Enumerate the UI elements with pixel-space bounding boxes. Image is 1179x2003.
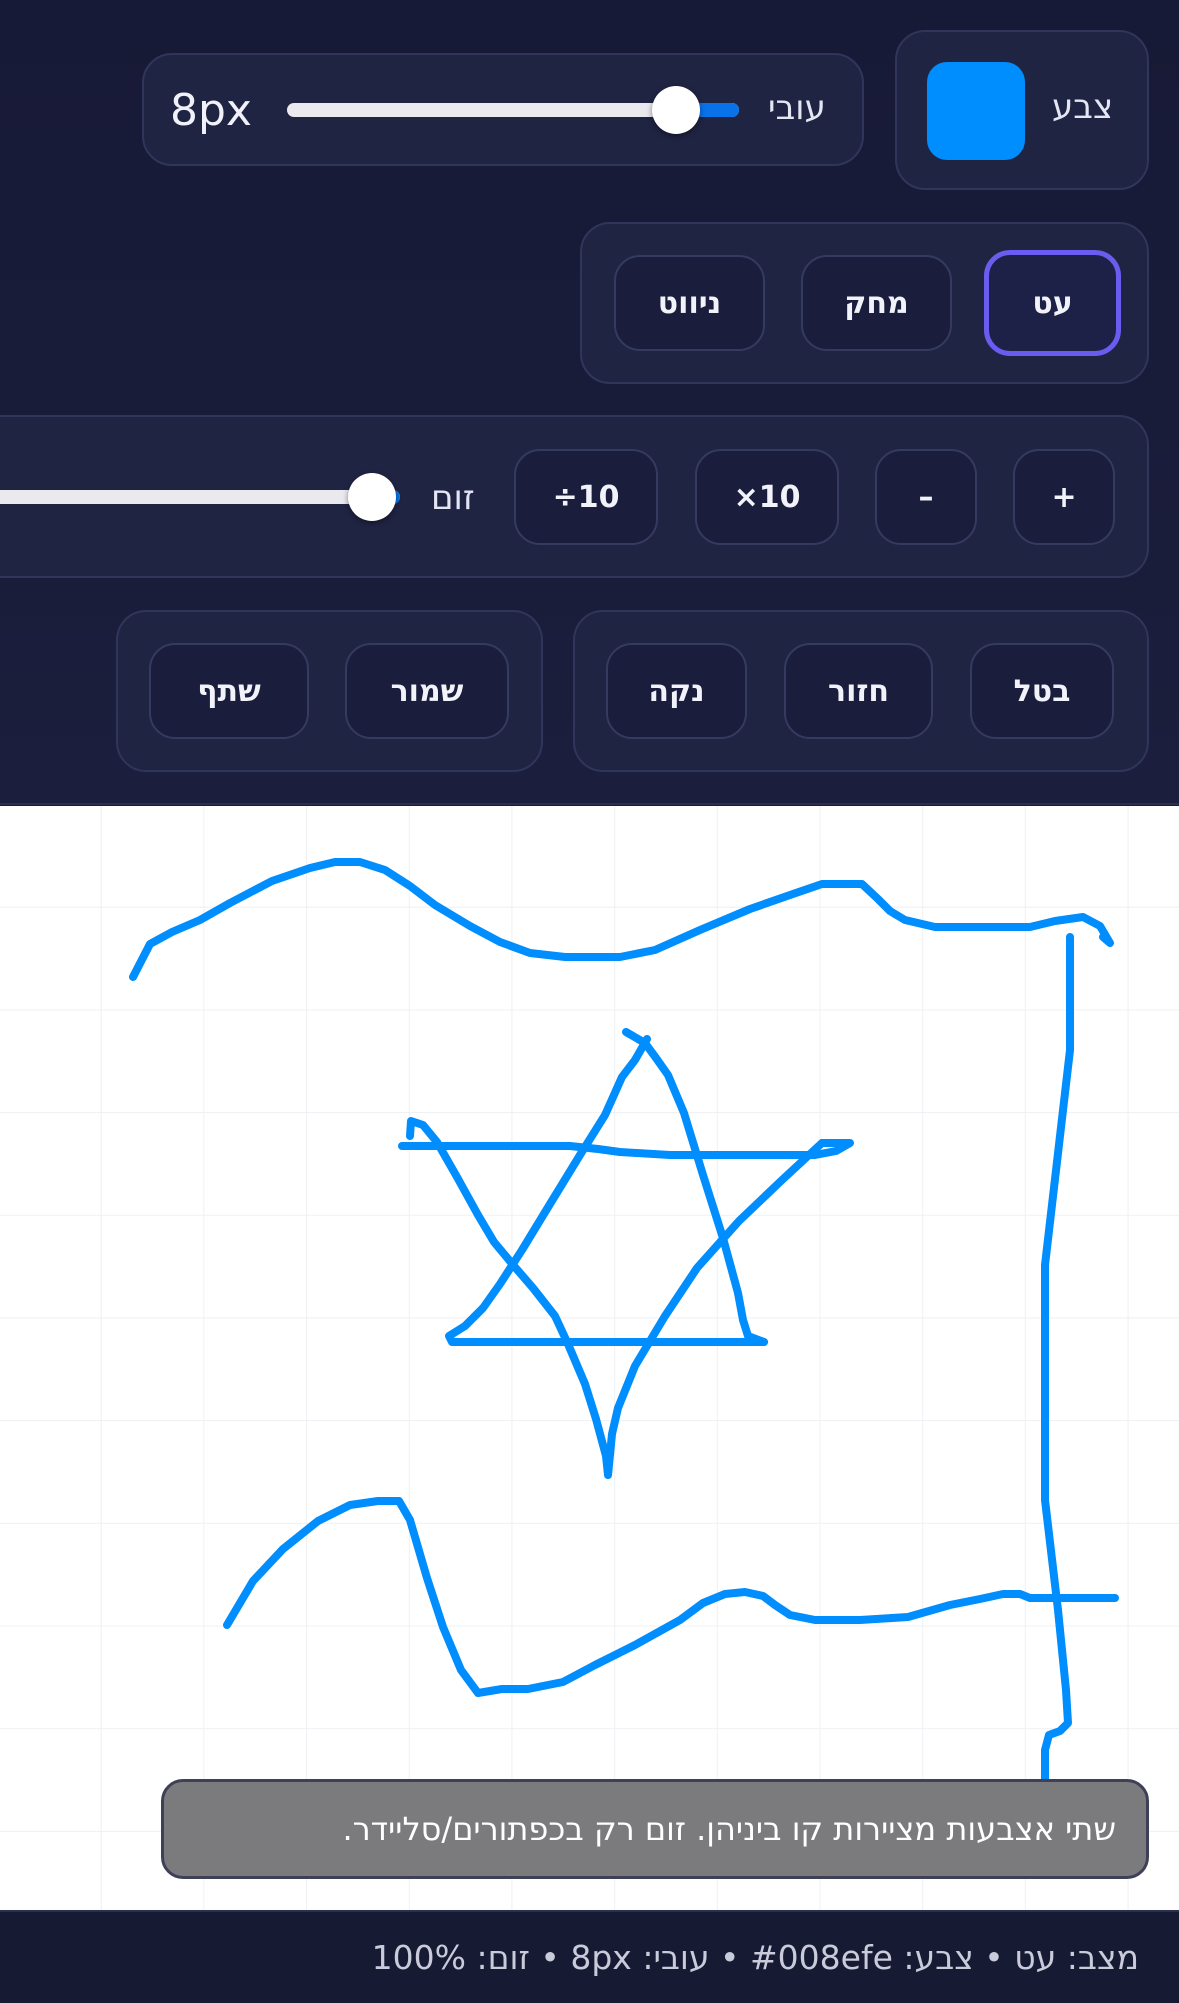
size-value: 8px	[170, 85, 252, 136]
status-bar: מצב: עט • צבע: #008efe • עובי: 8px • זום…	[0, 1910, 1179, 2003]
undo-button[interactable]: בטל	[970, 643, 1114, 739]
stroke-star-top-bar	[398, 1139, 854, 1159]
zoom-out-button[interactable]: –	[875, 449, 977, 545]
clear-button[interactable]: נקה	[606, 643, 747, 739]
zoom-slider-thumb[interactable]	[348, 473, 396, 521]
toolbar: צבע עובי 8px עט מחק ניווט + – 10× 10÷ זו…	[0, 0, 1179, 805]
hint-toast: שתי אצבעות מציירות קו ביניהן. זום רק בכפ…	[161, 1779, 1149, 1879]
tool-pen-button[interactable]: עט	[984, 250, 1121, 356]
color-label: צבע	[1052, 87, 1114, 127]
tool-pan-button[interactable]: ניווט	[614, 255, 765, 351]
toolbar-divider	[0, 803, 1179, 805]
zoom-slider-track[interactable]	[0, 490, 400, 504]
stroke-right-pole	[1041, 933, 1074, 1787]
size-label: עובי	[768, 88, 826, 128]
color-swatch-button[interactable]	[927, 62, 1025, 160]
zoom-times10-button[interactable]: 10×	[695, 449, 839, 545]
stroke-top-wave	[129, 858, 1114, 981]
size-slider-thumb[interactable]	[651, 86, 700, 134]
stroke-bottom-wave	[223, 1497, 1119, 1697]
share-button[interactable]: שתף	[149, 643, 309, 739]
stroke-star-triangle-down	[604, 1139, 826, 1479]
zoom-div10-button[interactable]: 10÷	[514, 449, 658, 545]
tool-eraser-button[interactable]: מחק	[801, 255, 952, 351]
drawing-layer	[129, 858, 1119, 1787]
stroke-star-base	[445, 1035, 768, 1346]
stroke-star-triangle-up	[622, 1028, 768, 1346]
redo-button[interactable]: חזור	[784, 643, 933, 739]
drawing-canvas[interactable]	[0, 806, 1179, 1910]
zoom-in-button[interactable]: +	[1013, 449, 1115, 545]
stroke-star-left-arm	[406, 1117, 612, 1479]
save-button[interactable]: שמור	[345, 643, 509, 739]
status-text: מצב: עט • צבע: #008efe • עובי: 8px • זום…	[371, 1938, 1139, 1977]
hint-toast-text: שתי אצבעות מציירות קו ביניהן. זום רק בכפ…	[342, 1810, 1116, 1848]
zoom-label: זום	[431, 478, 475, 518]
